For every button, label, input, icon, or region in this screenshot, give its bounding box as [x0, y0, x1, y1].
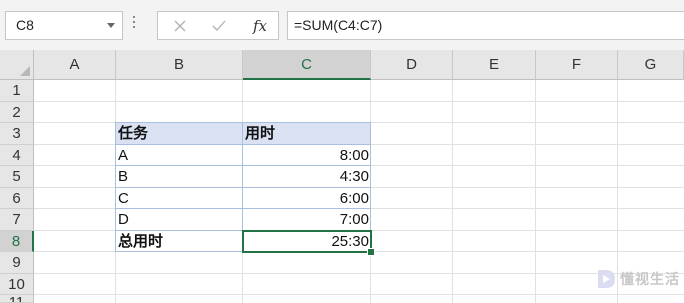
- cell-b6[interactable]: C: [116, 188, 243, 209]
- total-label: 总用时: [118, 233, 164, 250]
- table-border: [115, 208, 371, 209]
- gridline: [34, 101, 684, 102]
- column-header-e[interactable]: E: [453, 50, 536, 80]
- formula-input[interactable]: =SUM(C4:C7): [287, 11, 684, 40]
- table-border: [115, 122, 116, 252]
- gridline: [535, 80, 536, 303]
- row-header-11[interactable]: 11: [0, 295, 34, 303]
- cell-b4[interactable]: A: [116, 145, 243, 166]
- table-border: [115, 122, 371, 123]
- task-time: 8:00: [339, 147, 369, 164]
- watermark-text: 懂视生活: [620, 271, 680, 287]
- row-header-2[interactable]: 2: [0, 102, 34, 123]
- gridline: [34, 273, 684, 274]
- row-header-4[interactable]: 4: [0, 145, 34, 166]
- column-header-b[interactable]: B: [116, 50, 243, 80]
- table-border: [115, 144, 371, 145]
- row-header-5[interactable]: 5: [0, 166, 34, 188]
- cell-b7[interactable]: D: [116, 209, 243, 231]
- gridline: [452, 80, 453, 303]
- row-header-9[interactable]: 9: [0, 252, 34, 274]
- insert-function-button[interactable]: fx: [242, 12, 278, 39]
- table-border: [115, 187, 371, 188]
- chevron-down-icon[interactable]: [107, 23, 115, 28]
- task-name: B: [118, 168, 129, 185]
- enter-button[interactable]: [201, 12, 237, 39]
- cell-c7[interactable]: 7:00: [243, 209, 371, 231]
- formula-text: =SUM(C4:C7): [294, 17, 383, 33]
- row-header-8[interactable]: 8: [0, 231, 34, 252]
- name-box-value: C8: [16, 17, 34, 33]
- select-all-corner[interactable]: [0, 50, 34, 80]
- task-time: 4:30: [339, 168, 369, 185]
- drag-handle-icon[interactable]: [132, 13, 136, 35]
- fill-handle[interactable]: [367, 248, 375, 256]
- table-border: [115, 165, 371, 166]
- watermark: 懂视生活: [595, 268, 680, 290]
- cancel-button[interactable]: [162, 12, 198, 39]
- task-name: D: [118, 211, 129, 228]
- column-header-d[interactable]: D: [371, 50, 453, 80]
- cell-c6[interactable]: 6:00: [243, 188, 371, 209]
- task-header: 任务: [118, 125, 149, 142]
- row-header-1[interactable]: 1: [0, 80, 34, 102]
- formula-bar: C8 fx =SUM(C4:C7): [0, 0, 684, 50]
- cell-c5[interactable]: 4:30: [243, 166, 371, 188]
- row-header-3[interactable]: 3: [0, 123, 34, 145]
- active-cell-selection: [242, 230, 372, 253]
- cell-c3[interactable]: 用时: [243, 123, 371, 144]
- column-header-g[interactable]: G: [618, 50, 684, 80]
- column-header-c[interactable]: C: [243, 50, 371, 80]
- logo-icon: [598, 270, 615, 288]
- cell-b3[interactable]: 任务: [116, 123, 243, 144]
- task-time: 6:00: [339, 190, 369, 207]
- cell-b8[interactable]: 总用时: [116, 231, 243, 252]
- row-header-7[interactable]: 7: [0, 209, 34, 231]
- time-header: 用时: [245, 125, 276, 142]
- worksheet-grid[interactable]: A B C D E F G 1 2 3 4 5 6 7 8 9 10 11 任务…: [0, 50, 684, 303]
- task-name: A: [118, 147, 129, 164]
- name-box[interactable]: C8: [5, 11, 123, 40]
- task-time: 7:00: [339, 211, 369, 228]
- column-header-a[interactable]: A: [34, 50, 116, 80]
- formula-buttons: fx: [157, 11, 279, 40]
- fx-icon: fx: [252, 16, 267, 35]
- cell-b5[interactable]: B: [116, 166, 243, 188]
- cell-c4[interactable]: 8:00: [243, 145, 371, 166]
- task-name: C: [118, 190, 129, 207]
- close-icon: [174, 20, 186, 31]
- row-header-10[interactable]: 10: [0, 274, 34, 295]
- gridline: [34, 294, 684, 295]
- column-header-f[interactable]: F: [536, 50, 618, 80]
- row-header-6[interactable]: 6: [0, 188, 34, 209]
- check-icon: [212, 20, 226, 31]
